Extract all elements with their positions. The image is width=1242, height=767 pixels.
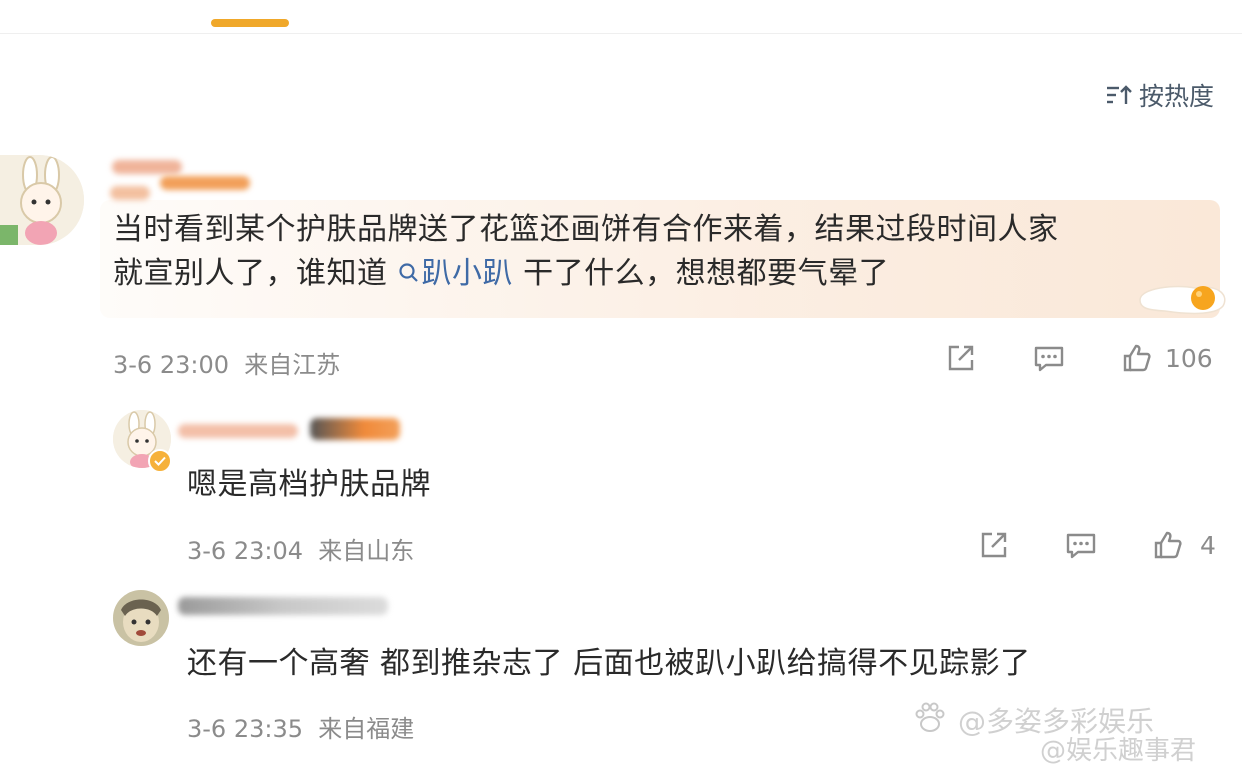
comment-icon[interactable]	[1064, 529, 1098, 561]
username[interactable]	[178, 597, 388, 615]
username-badge	[310, 418, 400, 440]
comment-text-line: 就宣别人了，谁知道 趴小趴 干了什么，想想都要气晕了	[113, 252, 1203, 297]
sort-icon	[1105, 83, 1133, 107]
avatar[interactable]	[0, 155, 84, 245]
timestamp: 3-6 23:35	[187, 715, 303, 743]
timestamp: 3-6 23:00	[113, 351, 229, 379]
comment-text-segment: 干了什么，想想都要气晕了	[513, 256, 890, 291]
topic-link[interactable]: 趴小趴	[398, 256, 514, 291]
like-count: 106	[1165, 343, 1213, 373]
sort-by-hot-button[interactable]: 按热度	[1105, 78, 1214, 112]
comment-text: 嗯是高档护肤品牌	[187, 467, 431, 502]
divider	[0, 33, 1242, 34]
comment-text: 当时看到某个护肤品牌送了花篮还画饼有合作来着，结果过段时间人家 就宣别人了，谁知…	[113, 208, 1203, 297]
comment-text: 还有一个高奢 都到推杂志了 后面也被趴小趴给搞得不见踪影了	[187, 646, 1031, 681]
like-count: 4	[1200, 530, 1216, 560]
username[interactable]	[112, 160, 182, 174]
share-icon[interactable]	[945, 342, 977, 374]
share-icon[interactable]	[978, 529, 1010, 561]
like-icon[interactable]	[1121, 342, 1153, 374]
comment-text-segment: 就宣别人了，谁知道	[113, 256, 398, 291]
comment-actions: 4	[978, 529, 1216, 561]
username[interactable]	[178, 424, 298, 438]
watermark-handle: @娱乐趣事君	[1040, 736, 1197, 766]
egg-decoration-icon	[1135, 278, 1230, 322]
active-tab-indicator	[211, 19, 289, 27]
timestamp: 3-6 23:04	[187, 537, 303, 565]
comment-text-line: 当时看到某个护肤品牌送了花篮还画饼有合作来着，结果过段时间人家	[113, 212, 1059, 247]
username[interactable]	[160, 176, 250, 190]
sort-label: 按热度	[1138, 82, 1214, 111]
avatar[interactable]	[113, 590, 169, 646]
search-icon	[398, 253, 420, 297]
comment-meta: 3-6 23:35 来自福建	[187, 709, 414, 744]
paw-logo-icon	[912, 700, 948, 740]
watermark-at: @	[958, 705, 986, 738]
comment-meta: 3-6 23:04 来自山东	[187, 531, 414, 566]
verified-badge-icon	[148, 449, 172, 473]
comment-actions: 106	[945, 342, 1213, 374]
comment-meta: 3-6 23:00 来自江苏	[113, 345, 340, 380]
location: 来自江苏	[244, 351, 341, 379]
location: 来自山东	[318, 537, 415, 565]
like-icon[interactable]	[1152, 529, 1184, 561]
comment-icon[interactable]	[1032, 342, 1066, 374]
location: 来自福建	[318, 715, 415, 743]
username[interactable]	[110, 186, 150, 200]
topic-label: 趴小趴	[421, 256, 514, 291]
